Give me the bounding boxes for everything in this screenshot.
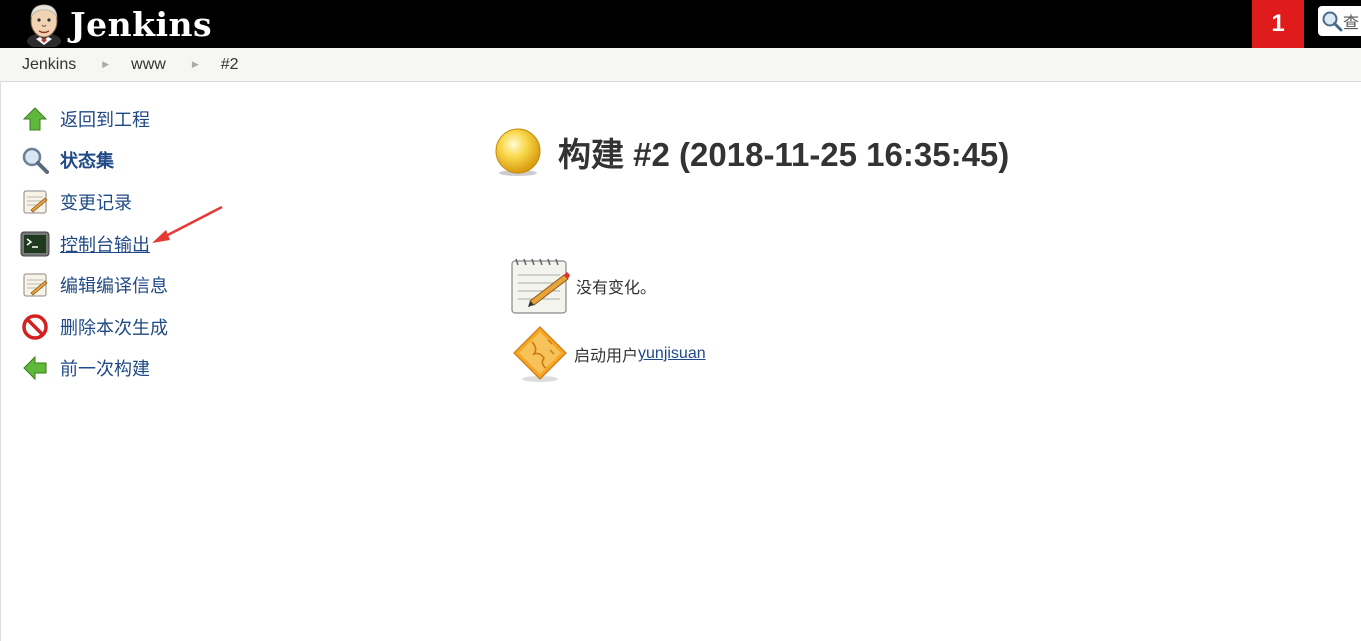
sidebar-item-console-output[interactable]: 控制台输出 [20, 223, 168, 265]
breadcrumb: Jenkins ▶ www ▶ #2 [0, 48, 1361, 82]
user-cause-icon [513, 326, 567, 382]
sidebar-item-previous-build[interactable]: 前一次构建 [20, 348, 168, 390]
breadcrumb-www[interactable]: www [131, 56, 166, 74]
search-placeholder: 查 [1343, 15, 1360, 32]
started-by-row: 启动用户 yunjisuan [510, 324, 706, 384]
up-arrow-icon [20, 104, 50, 134]
sidebar-item-edit-build-info[interactable]: 编辑编译信息 [20, 264, 168, 306]
sidebar-item-label: 前一次构建 [60, 359, 150, 380]
sidebar-item-status[interactable]: 状态集 [20, 140, 168, 182]
sidebar-item-label: 控制台输出 [60, 234, 150, 255]
breadcrumb-jenkins[interactable]: Jenkins [22, 56, 76, 74]
changes-summary: 没有变化。 [510, 255, 656, 317]
notification-badge[interactable]: 1 [1252, 0, 1304, 48]
build-title: 构建 #2 (2018-11-25 16:35:45) [558, 136, 1010, 173]
no-entry-icon [20, 312, 50, 342]
sidebar-item-label: 编辑编译信息 [60, 276, 168, 297]
breadcrumb-build[interactable]: #2 [221, 56, 239, 74]
chevron-right-icon[interactable]: ▶ [102, 59, 109, 70]
sidebar-item-label: 删除本次生成 [60, 317, 168, 338]
sidebar-item-label: 变更记录 [60, 192, 132, 213]
top-header: Jenkins 1 查 [0, 0, 1361, 48]
chevron-right-icon[interactable]: ▶ [192, 59, 199, 70]
back-arrow-icon [20, 353, 50, 383]
notepad-icon [20, 187, 50, 217]
build-status-ball-icon [495, 128, 541, 176]
logo-text: Jenkins [70, 4, 213, 44]
sidebar-divider [0, 82, 1, 641]
page-title: 构建 #2 (2018-11-25 16:35:45) [492, 126, 1009, 178]
sidebar-item-label: 返回到工程 [60, 109, 150, 130]
jenkins-butler-icon [27, 4, 61, 47]
search-box[interactable]: 查 [1318, 6, 1361, 36]
search-icon [1322, 11, 1343, 32]
annotation-arrow-icon [152, 205, 223, 243]
sidebar-item-changes[interactable]: 变更记录 [20, 181, 168, 223]
started-by-user-link[interactable]: yunjisuan [638, 345, 706, 363]
jenkins-logo[interactable]: Jenkins [22, 0, 212, 48]
sidebar-tasks: 返回到工程 状态集 变更记录 控制台输出 编辑编译信息 删除本次生成 前一次构建 [20, 98, 168, 389]
changes-text: 没有变化。 [576, 280, 657, 297]
notepad-icon [511, 258, 570, 314]
started-by-prefix: 启动用户 [574, 348, 639, 365]
notepad-icon [20, 270, 50, 300]
terminal-icon [20, 229, 50, 259]
sidebar-item-delete-build[interactable]: 删除本次生成 [20, 306, 168, 348]
search-icon [20, 145, 50, 175]
sidebar-item-label: 状态集 [60, 151, 114, 172]
sidebar-item-back-to-project[interactable]: 返回到工程 [20, 98, 168, 140]
